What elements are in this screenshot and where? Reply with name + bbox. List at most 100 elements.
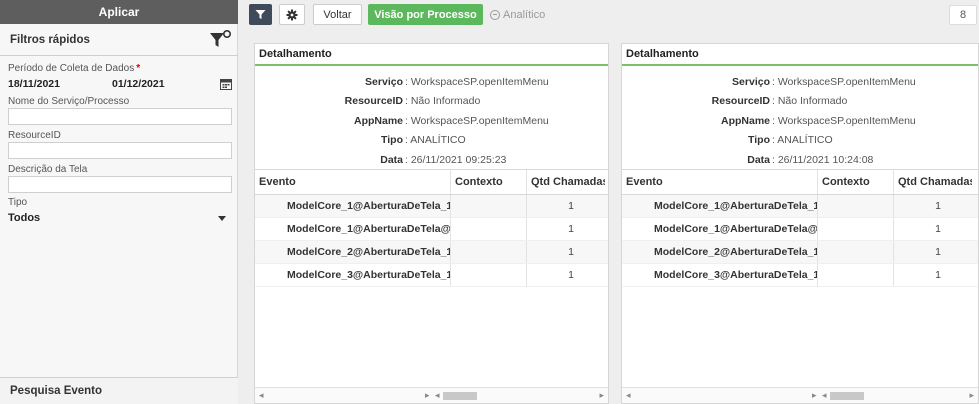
table-row[interactable]: ModelCore_3@AberturaDeTela_1. 1 xyxy=(255,264,608,287)
detail-panel-2: Detalhamento Serviço: WorkspaceSP.openIt… xyxy=(621,43,979,404)
type-select[interactable]: Todos xyxy=(8,209,232,227)
service-input[interactable] xyxy=(8,108,232,125)
scroll-left-icon[interactable]: ◂ xyxy=(626,390,631,401)
cell-contexto xyxy=(451,218,527,240)
cell-evento: ModelCore_1@AberturaDeTela@c xyxy=(255,218,451,240)
quick-filters-sidebar: Aplicar Filtros rápidos Período de Colet… xyxy=(0,0,238,404)
scrollbar-thumb[interactable] xyxy=(443,392,477,400)
cell-contexto xyxy=(818,264,894,286)
cell-contexto xyxy=(451,195,527,217)
events-table: Evento Contexto Qtd Chamadas ModelCore_1… xyxy=(622,169,978,287)
date-from-input[interactable]: 18/11/2021 xyxy=(8,78,112,90)
events-table: Evento Contexto Qtd Chamadas ModelCore_1… xyxy=(255,169,608,287)
table-header: Evento Contexto Qtd Chamadas xyxy=(622,169,978,195)
period-label: Período de Coleta de Dados * xyxy=(8,63,141,74)
scroll-right-icon[interactable]: ▸ xyxy=(969,390,974,401)
process-view-button[interactable]: Visão por Processo xyxy=(368,4,483,25)
cell-contexto xyxy=(451,264,527,286)
chevron-down-icon xyxy=(218,215,226,221)
info-row-type: Tipo: ANALÍTICO xyxy=(381,134,466,147)
type-label: Tipo xyxy=(8,197,28,208)
quick-filters-header: Filtros rápidos xyxy=(0,24,238,56)
info-row-resource: ResourceID: Não Informado xyxy=(711,95,848,108)
cell-qtd: 1 xyxy=(568,269,574,281)
detail-panel-1: Detalhamento Serviço: WorkspaceSP.openIt… xyxy=(254,43,609,404)
cell-evento: ModelCore_2@AberturaDeTela_1. xyxy=(255,241,451,263)
scroll-left-icon[interactable]: ◂ xyxy=(259,390,264,401)
calendar-icon[interactable] xyxy=(220,78,232,90)
cell-qtd: 1 xyxy=(935,200,941,212)
info-row-date: Data: 26/11/2021 10:24:08 xyxy=(747,153,874,166)
cell-contexto xyxy=(451,241,527,263)
info-row-date: Data: 26/11/2021 09:25:23 xyxy=(380,153,507,166)
result-count-badge: 8 xyxy=(949,5,977,25)
info-row-type: Tipo: ANALÍTICO xyxy=(748,134,833,147)
detail-info: Serviço: WorkspaceSP.openItemMenu Resour… xyxy=(622,66,978,170)
column-header-evento[interactable]: Evento xyxy=(622,170,818,194)
cell-evento: ModelCore_1@AberturaDeTela_1. xyxy=(622,195,818,217)
resource-input[interactable] xyxy=(8,142,232,159)
panel-title: Detalhamento xyxy=(255,44,608,66)
detail-info: Serviço: WorkspaceSP.openItemMenu Resour… xyxy=(255,66,608,170)
minus-circle-icon xyxy=(490,9,500,20)
filter-toggle-button[interactable] xyxy=(249,4,272,25)
table-row[interactable]: ModelCore_3@AberturaDeTela_1. 1 xyxy=(622,264,978,287)
apply-button[interactable]: Aplicar xyxy=(0,0,238,24)
column-header-contexto[interactable]: Contexto xyxy=(818,170,894,194)
cell-contexto xyxy=(818,218,894,240)
settings-button[interactable] xyxy=(279,4,305,25)
back-button[interactable]: Voltar xyxy=(313,4,362,25)
scrollbar-thumb[interactable] xyxy=(830,392,864,400)
cell-qtd: 1 xyxy=(935,269,941,281)
analytic-toggle[interactable]: Analítico xyxy=(490,4,550,25)
cell-qtd: 1 xyxy=(568,223,574,235)
table-row[interactable]: ModelCore_1@AberturaDeTela_1. 1 xyxy=(622,195,978,218)
screen-desc-input[interactable] xyxy=(8,176,232,193)
cell-contexto xyxy=(818,195,894,217)
cell-evento: ModelCore_1@AberturaDeTela_1. xyxy=(255,195,451,217)
cell-contexto xyxy=(818,241,894,263)
table-row[interactable]: ModelCore_1@AberturaDeTela_1. 1 xyxy=(255,195,608,218)
scroll-left-icon[interactable]: ◂ xyxy=(435,390,440,401)
horizontal-scrollbar[interactable]: ◂ ▸ ◂ ▸ xyxy=(255,387,608,403)
cell-evento: ModelCore_3@AberturaDeTela_1. xyxy=(255,264,451,286)
required-mark: * xyxy=(136,63,141,74)
date-to-input[interactable]: 01/12/2021 xyxy=(112,78,216,90)
info-row-service: Serviço: WorkspaceSP.openItemMenu xyxy=(732,75,916,88)
scroll-right-icon[interactable]: ▸ xyxy=(812,390,817,401)
analytic-label: Analítico xyxy=(503,8,546,21)
service-label: Nome do Serviço/Processo xyxy=(8,96,130,107)
table-row[interactable]: ModelCore_1@AberturaDeTela@c 1 xyxy=(255,218,608,241)
cell-qtd: 1 xyxy=(568,246,574,258)
type-select-value: Todos xyxy=(8,212,41,224)
cell-qtd: 1 xyxy=(568,200,574,212)
cell-qtd: 1 xyxy=(935,223,941,235)
scroll-left-icon[interactable]: ◂ xyxy=(822,390,827,401)
column-header-qtd[interactable]: Qtd Chamadas xyxy=(527,170,605,194)
horizontal-scrollbar[interactable]: ◂ ▸ ◂ ▸ xyxy=(622,387,978,403)
funnel-icon xyxy=(255,10,266,19)
cell-evento: ModelCore_1@AberturaDeTela@c xyxy=(622,218,818,240)
gear-icon xyxy=(286,9,298,20)
cell-evento: ModelCore_3@AberturaDeTela_1. xyxy=(622,264,818,286)
search-event-section[interactable]: Pesquisa Evento xyxy=(0,377,238,404)
scroll-right-icon[interactable]: ▸ xyxy=(599,390,604,401)
column-header-contexto[interactable]: Contexto xyxy=(451,170,527,194)
column-header-evento[interactable]: Evento xyxy=(255,170,451,194)
quick-filters-title: Filtros rápidos xyxy=(10,33,90,46)
table-row[interactable]: ModelCore_1@AberturaDeTela@c 1 xyxy=(622,218,978,241)
filter-settings-icon[interactable] xyxy=(208,29,232,51)
table-row[interactable]: ModelCore_2@AberturaDeTela_1. 1 xyxy=(255,241,608,264)
cell-evento: ModelCore_2@AberturaDeTela_1. xyxy=(622,241,818,263)
scroll-right-icon[interactable]: ▸ xyxy=(425,390,430,401)
cell-qtd: 1 xyxy=(935,246,941,258)
info-row-resource: ResourceID: Não Informado xyxy=(344,95,481,108)
info-row-service: Serviço: WorkspaceSP.openItemMenu xyxy=(365,75,549,88)
panel-title: Detalhamento xyxy=(622,44,978,66)
table-row[interactable]: ModelCore_2@AberturaDeTela_1. 1 xyxy=(622,241,978,264)
info-row-appname: AppName: WorkspaceSP.openItemMenu xyxy=(353,114,549,127)
info-row-appname: AppName: WorkspaceSP.openItemMenu xyxy=(720,114,916,127)
date-range: 18/11/2021 01/12/2021 xyxy=(8,76,232,92)
resource-label: ResourceID xyxy=(8,130,61,141)
column-header-qtd[interactable]: Qtd Chamadas xyxy=(894,170,972,194)
